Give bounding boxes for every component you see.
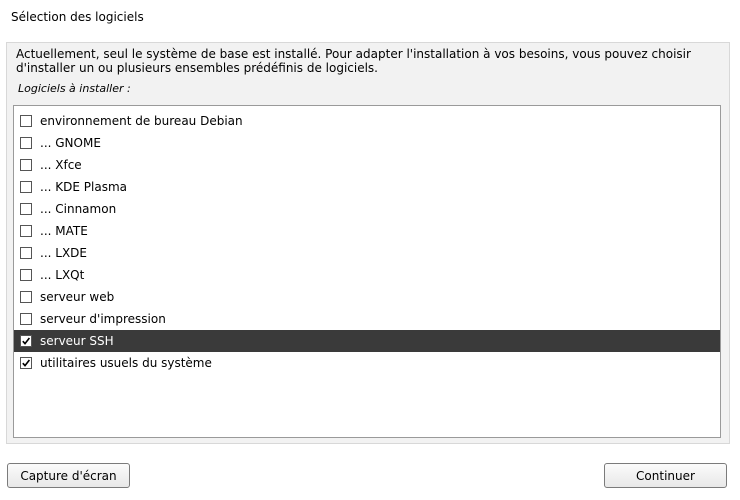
software-selection-panel: Actuellement, seul le système de base es…	[6, 42, 730, 444]
checkbox-unchecked-icon[interactable]	[20, 269, 32, 281]
list-item-label: ... KDE Plasma	[40, 180, 127, 194]
checkmark-icon	[22, 359, 31, 367]
page-title: Sélection des logiciels	[11, 10, 144, 24]
checkmark-icon	[22, 337, 31, 345]
list-item-cinnamon[interactable]: ... Cinnamon	[14, 198, 720, 220]
list-item-label: utilitaires usuels du système	[40, 356, 212, 370]
checkbox-unchecked-icon[interactable]	[20, 291, 32, 303]
list-item-system-utilities[interactable]: utilitaires usuels du système	[14, 352, 720, 374]
list-item-debian-desktop[interactable]: environnement de bureau Debian	[14, 110, 720, 132]
continue-button[interactable]: Continuer	[604, 463, 727, 488]
software-list[interactable]: environnement de bureau Debian ... GNOME…	[13, 105, 721, 438]
checkbox-unchecked-icon[interactable]	[20, 159, 32, 171]
checkbox-unchecked-icon[interactable]	[20, 137, 32, 149]
checkbox-unchecked-icon[interactable]	[20, 203, 32, 215]
list-item-kde-plasma[interactable]: ... KDE Plasma	[14, 176, 720, 198]
list-item-mate[interactable]: ... MATE	[14, 220, 720, 242]
checkbox-unchecked-icon[interactable]	[20, 181, 32, 193]
checkbox-unchecked-icon[interactable]	[20, 115, 32, 127]
list-item-ssh-server[interactable]: serveur SSH	[14, 330, 720, 352]
list-item-label: environnement de bureau Debian	[40, 114, 243, 128]
software-list-caption: Logiciels à installer :	[18, 82, 131, 95]
list-item-xfce[interactable]: ... Xfce	[14, 154, 720, 176]
checkbox-checked-icon[interactable]	[20, 357, 32, 369]
list-item-label: ... LXDE	[40, 246, 87, 260]
checkbox-checked-icon[interactable]	[20, 335, 32, 347]
list-item-label: serveur web	[40, 290, 115, 304]
list-item-label: ... Xfce	[40, 158, 82, 172]
list-item-label: ... Cinnamon	[40, 202, 117, 216]
list-item-label: ... GNOME	[40, 136, 101, 150]
list-item-label: serveur SSH	[40, 334, 114, 348]
list-item-lxde[interactable]: ... LXDE	[14, 242, 720, 264]
installation-description: Actuellement, seul le système de base es…	[16, 47, 691, 75]
list-item-gnome[interactable]: ... GNOME	[14, 132, 720, 154]
checkbox-unchecked-icon[interactable]	[20, 225, 32, 237]
list-item-lxqt[interactable]: ... LXQt	[14, 264, 720, 286]
list-item-web-server[interactable]: serveur web	[14, 286, 720, 308]
list-item-label: ... MATE	[40, 224, 88, 238]
list-item-label: ... LXQt	[40, 268, 85, 282]
list-item-print-server[interactable]: serveur d'impression	[14, 308, 720, 330]
checkbox-unchecked-icon[interactable]	[20, 313, 32, 325]
list-item-label: serveur d'impression	[40, 312, 166, 326]
checkbox-unchecked-icon[interactable]	[20, 247, 32, 259]
screenshot-button[interactable]: Capture d'écran	[7, 463, 130, 488]
